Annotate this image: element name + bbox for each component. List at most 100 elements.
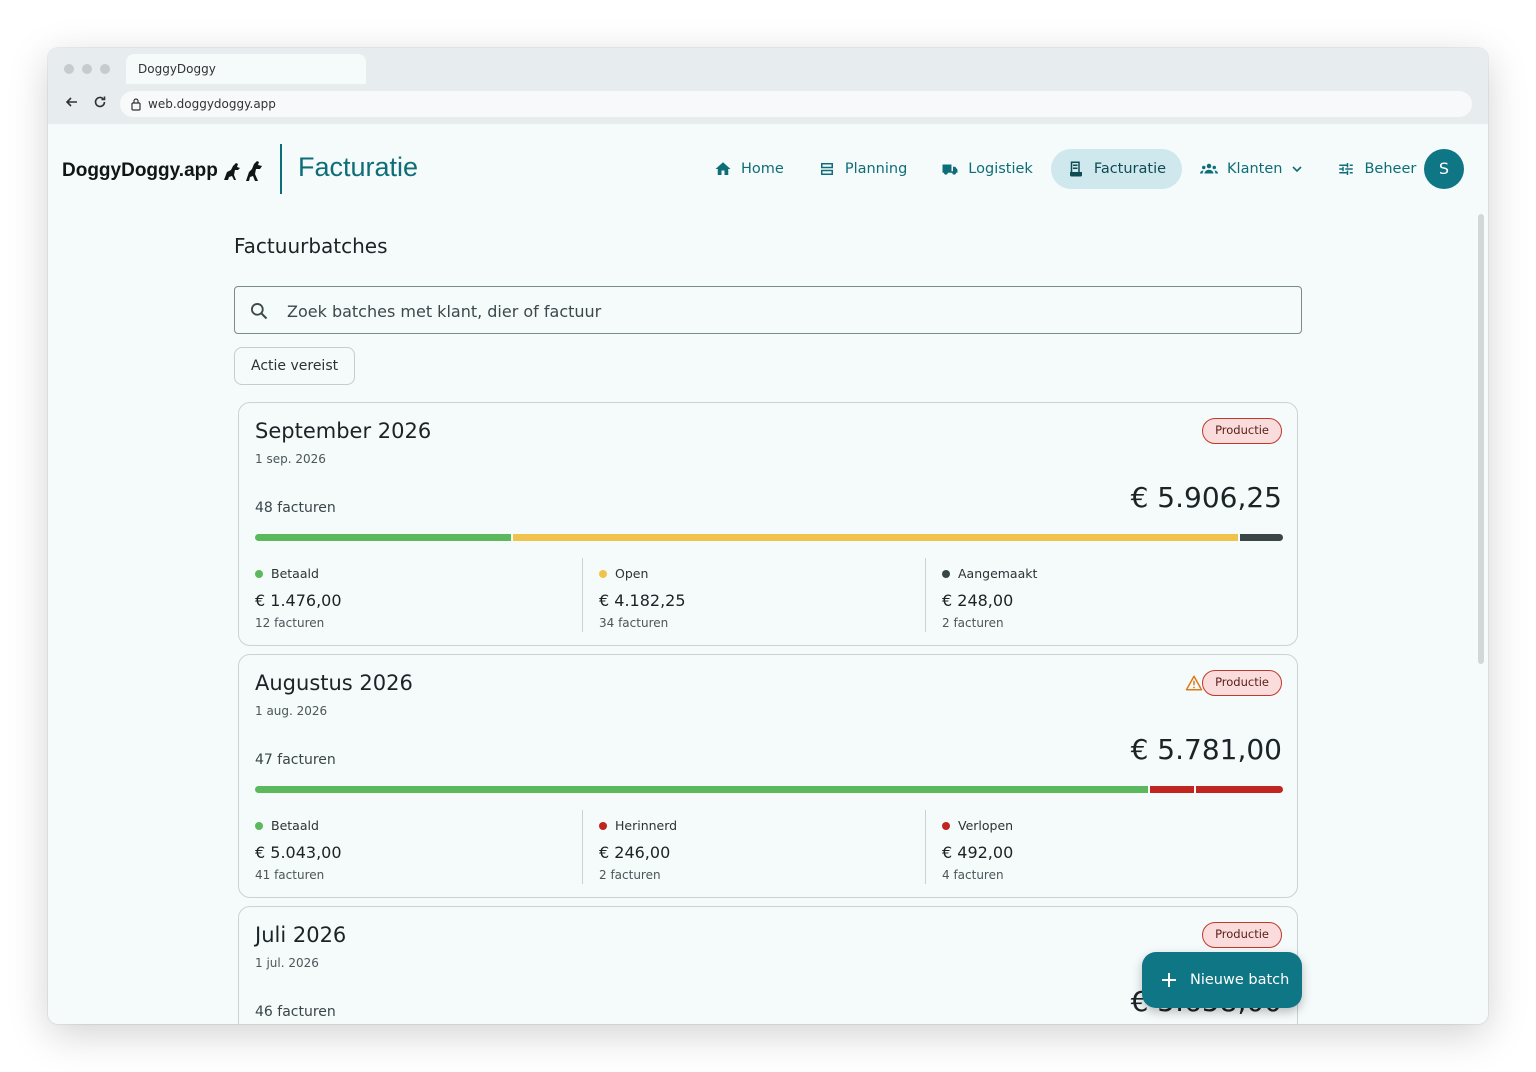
user-avatar[interactable]: S bbox=[1424, 149, 1464, 189]
planning-icon bbox=[820, 163, 833, 175]
stat-label: Herinnerd bbox=[599, 818, 677, 833]
people-icon bbox=[1200, 163, 1219, 174]
stat-invoice-count: 34 facturen bbox=[599, 616, 669, 630]
nav-label-facturatie: Facturatie bbox=[1093, 161, 1167, 177]
stat-block: Open € 4.182,25 34 facturen bbox=[582, 558, 925, 632]
browser-window: DoggyDoggy web.doggydoggy.app DoggyDoggy… bbox=[48, 48, 1488, 1024]
nav-item-facturatie[interactable]: Facturatie bbox=[1050, 149, 1183, 189]
stat-label-text: Aangemaakt bbox=[958, 566, 1038, 581]
search-icon bbox=[250, 303, 268, 320]
new-batch-label: Nieuwe batch bbox=[1190, 972, 1290, 988]
stat-amount: € 492,00 bbox=[942, 843, 1014, 862]
dogs-logo-icon bbox=[223, 161, 262, 181]
stat-amount: € 248,00 bbox=[942, 591, 1014, 610]
stat-amount: € 1.476,00 bbox=[255, 591, 342, 610]
filter-chip-actie-vereist[interactable]: Actie vereist bbox=[234, 347, 356, 385]
stat-invoice-count: 12 facturen bbox=[255, 616, 325, 630]
stat-label-text: Herinnerd bbox=[615, 818, 678, 833]
batch-card[interactable]: September 2026 1 sep. 2026 Productie 48 … bbox=[238, 402, 1298, 646]
main-nav: Home Planning Logistiek Facturatie Klant… bbox=[698, 149, 1434, 189]
window-controls bbox=[64, 64, 110, 74]
batch-date: 1 jul. 2026 bbox=[255, 956, 319, 970]
progress-segment bbox=[1150, 786, 1194, 793]
nav-label-home: Home bbox=[741, 161, 784, 177]
status-badge: Productie bbox=[1202, 670, 1282, 696]
invoice-icon bbox=[1069, 161, 1082, 177]
status-dot bbox=[255, 569, 263, 578]
nav-item-home[interactable]: Home bbox=[698, 149, 800, 189]
page-heading: Factuurbatches bbox=[234, 234, 388, 258]
status-badge: Productie bbox=[1202, 418, 1282, 444]
stat-block: Verlopen € 492,00 4 facturen bbox=[925, 810, 1268, 884]
stat-block: Aangemaakt € 248,00 2 facturen bbox=[925, 558, 1268, 632]
stat-invoice-count: 41 facturen bbox=[255, 868, 325, 882]
browser-chrome: DoggyDoggy web.doggydoggy.app bbox=[48, 48, 1488, 124]
back-arrow-icon[interactable] bbox=[64, 94, 80, 110]
batch-total: € 5.781,00 bbox=[1130, 733, 1282, 766]
progress-segment bbox=[1239, 534, 1283, 541]
stat-label-text: Betaald bbox=[271, 566, 319, 581]
batch-title: September 2026 bbox=[255, 419, 432, 443]
browser-tab[interactable]: DoggyDoggy bbox=[126, 54, 366, 84]
stat-amount: € 246,00 bbox=[599, 843, 671, 862]
status-progress-bar bbox=[255, 786, 1283, 793]
stat-label: Open bbox=[599, 566, 648, 581]
batch-invoice-count: 47 facturen bbox=[255, 752, 336, 768]
stat-label: Aangemaakt bbox=[942, 566, 1037, 581]
progress-segment bbox=[255, 786, 1149, 793]
stat-block: Herinnerd € 246,00 2 facturen bbox=[582, 810, 925, 884]
progress-segment bbox=[512, 534, 1238, 541]
status-dot bbox=[942, 821, 950, 830]
batch-invoice-count: 46 facturen bbox=[255, 1004, 336, 1020]
batch-card[interactable]: Augustus 2026 1 aug. 2026 Productie 47 f… bbox=[238, 654, 1298, 898]
stat-block: Betaald € 5.043,00 41 facturen bbox=[239, 810, 582, 884]
header-divider bbox=[280, 144, 282, 194]
maximize-window-dot[interactable] bbox=[100, 64, 110, 74]
scrollbar-thumb[interactable] bbox=[1478, 214, 1484, 664]
stat-amount: € 4.182,25 bbox=[599, 591, 686, 610]
url-text: web.doggydoggy.app bbox=[148, 97, 276, 111]
stat-block: Betaald € 1.476,00 12 facturen bbox=[239, 558, 582, 632]
nav-label-beheer: Beheer bbox=[1364, 161, 1417, 177]
nav-item-planning[interactable]: Planning bbox=[802, 149, 923, 189]
progress-segment bbox=[255, 534, 511, 541]
stat-label-text: Betaald bbox=[271, 818, 319, 833]
nav-item-beheer[interactable]: Beheer bbox=[1321, 149, 1432, 189]
address-bar[interactable]: web.doggydoggy.app bbox=[120, 91, 1472, 117]
app-header: DoggyDoggy.app Facturatie Home Planning bbox=[48, 124, 1488, 214]
stat-invoice-count: 2 facturen bbox=[599, 868, 661, 882]
nav-item-klanten[interactable]: Klanten bbox=[1184, 149, 1319, 189]
batch-title: Augustus 2026 bbox=[255, 671, 413, 695]
progress-segment bbox=[1195, 786, 1283, 793]
reload-icon[interactable] bbox=[92, 94, 108, 110]
search-field[interactable] bbox=[234, 286, 1302, 335]
stat-label: Verlopen bbox=[942, 818, 1013, 833]
nav-item-logistiek[interactable]: Logistiek bbox=[925, 149, 1049, 189]
batch-stats: Betaald € 1.476,00 12 facturen Open € 4.… bbox=[239, 558, 1297, 632]
plus-icon bbox=[1162, 973, 1176, 987]
batch-total: € 5.906,25 bbox=[1130, 481, 1282, 514]
stat-invoice-count: 2 facturen bbox=[942, 616, 1004, 630]
batch-title: Juli 2026 bbox=[255, 923, 347, 947]
minimize-window-dot[interactable] bbox=[82, 64, 92, 74]
status-progress-bar bbox=[255, 534, 1283, 541]
close-window-dot[interactable] bbox=[64, 64, 74, 74]
app-page: DoggyDoggy.app Facturatie Home Planning bbox=[48, 124, 1488, 1024]
app-logo[interactable]: DoggyDoggy.app bbox=[62, 158, 268, 184]
stat-label-text: Verlopen bbox=[958, 818, 1014, 833]
stat-amount: € 5.043,00 bbox=[255, 843, 342, 862]
section-title: Facturatie bbox=[298, 152, 419, 182]
batch-card[interactable]: Juli 2026 1 jul. 2026 Productie 46 factu… bbox=[238, 906, 1298, 1024]
new-batch-button[interactable]: Nieuwe batch bbox=[1142, 952, 1302, 1008]
truck-icon bbox=[942, 164, 958, 175]
logo-text: DoggyDoggy.app bbox=[62, 160, 218, 181]
stat-label: Betaald bbox=[255, 566, 319, 581]
status-dot bbox=[599, 821, 607, 830]
batch-date: 1 sep. 2026 bbox=[255, 452, 326, 466]
batch-stats: Betaald € 5.043,00 41 facturen Herinnerd… bbox=[239, 810, 1297, 884]
search-input[interactable] bbox=[285, 287, 1289, 335]
batch-date: 1 aug. 2026 bbox=[255, 704, 328, 718]
home-icon bbox=[715, 162, 731, 175]
warning-icon bbox=[1185, 675, 1203, 691]
lock-icon bbox=[131, 98, 141, 111]
